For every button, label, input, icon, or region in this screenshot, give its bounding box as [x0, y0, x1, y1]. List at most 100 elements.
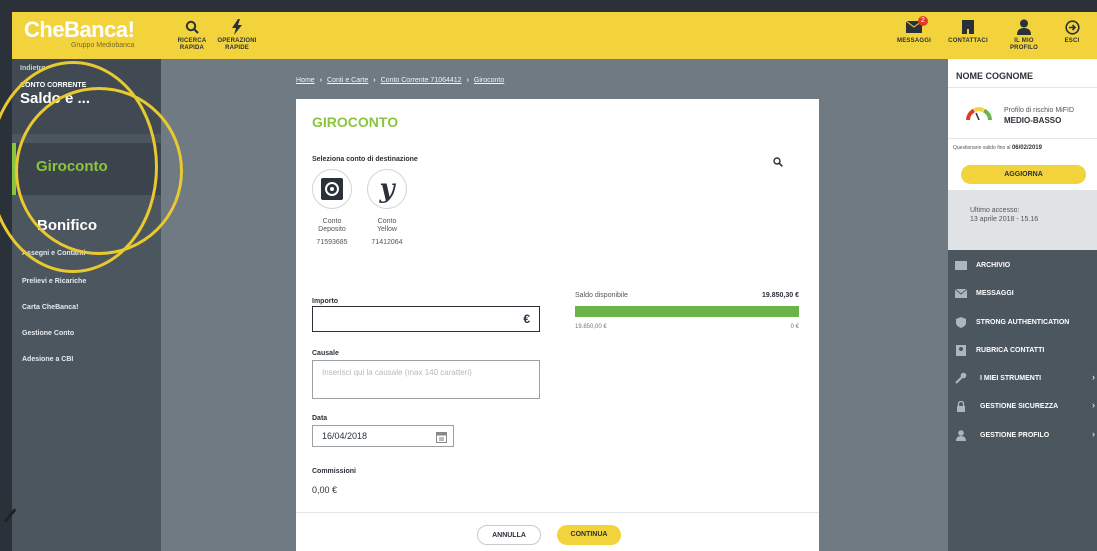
search-icon[interactable] [773, 154, 783, 172]
account-option-deposito[interactable]: Conto Deposito 71593685 [307, 169, 357, 246]
sidebar-item-carta[interactable]: Carta CheBanca! [22, 304, 78, 311]
saldo-label: Saldo disponibile [575, 292, 628, 299]
last-access-label: Ultimo accesso: [970, 207, 1020, 214]
user-icon [955, 429, 967, 441]
my-profile-label-2: PROFILO [1009, 45, 1039, 51]
importo-input[interactable]: € [312, 306, 540, 332]
search-icon [167, 18, 217, 36]
breadcrumb-conto-corrente[interactable]: Conto Corrente 71064412 [381, 77, 462, 84]
exit-button[interactable]: ESCI [1047, 18, 1097, 45]
quick-operations-button[interactable]: OPERAZIONI RAPIDE [212, 18, 262, 52]
breadcrumb-giroconto[interactable]: Giroconto [474, 77, 504, 84]
saldo-bar-min: 19.850,00 € [575, 324, 607, 330]
last-access-value: 13 aprile 2018 - 15.16 [970, 216, 1039, 223]
giroconto-card: GIROCONTO Seleziona conto di destinazion… [296, 99, 819, 551]
sidebar-item-prelievi[interactable]: Prelievi e Ricariche [22, 278, 86, 285]
divider [296, 512, 819, 513]
risk-gauge-icon [966, 107, 992, 126]
causale-textarea[interactable]: Inserisci qui la causale (max 140 caratt… [312, 360, 540, 399]
main-content: Home › Conti e Carte › Conto Corrente 710644… [161, 59, 948, 551]
chevron-right-icon: › [1092, 400, 1095, 410]
brand-subtitle: Gruppo Mediobanca [70, 42, 135, 49]
account-option-yellow[interactable]: y Conto Yellow 71412064 [362, 169, 412, 246]
menu-item-sicurezza[interactable]: GESTIONE SICUREZZA [955, 400, 1058, 412]
building-icon [943, 18, 993, 36]
quick-operations-label-2: RAPIDE [225, 45, 249, 51]
brand-name: CheBanca! [24, 17, 135, 42]
sidebar-item-gestione-conto[interactable]: Gestione Conto [22, 330, 74, 337]
top-bar: CheBanca! Gruppo Mediobanca RICERCA RAPI… [12, 12, 1097, 59]
exit-label: ESCI [1064, 38, 1080, 44]
envelope-icon [955, 288, 967, 298]
menu-item-archivio[interactable]: ARCHIVIO [955, 260, 1010, 270]
questionnaire-validity: Questionario valido fino al 06/02/2019 [953, 145, 1042, 151]
account-name: Conto Deposito [318, 218, 346, 233]
account-name: Conto Yellow [377, 218, 397, 233]
date-value: 16/04/2018 [322, 431, 368, 441]
euro-symbol: € [523, 312, 530, 326]
risk-label: Profilo di rischio MiFID [1004, 107, 1075, 114]
saldo-bar-max: 0 € [790, 324, 799, 330]
commissioni-label: Commissioni [312, 468, 356, 475]
contact-us-button[interactable]: CONTATTACI [943, 18, 993, 45]
cancel-button[interactable]: ANNULLA [477, 525, 541, 545]
causale-label: Causale [312, 350, 339, 357]
messages-badge: 2 [918, 16, 928, 26]
importo-label: Importo [312, 298, 339, 305]
brand-logo[interactable]: CheBanca! Gruppo Mediobanca [24, 17, 135, 50]
chevron-right-icon: › [1092, 372, 1095, 382]
archive-icon [955, 260, 967, 270]
continue-button[interactable]: CONTINUA [557, 525, 621, 545]
saldo-bar [575, 306, 799, 317]
menu-item-messaggi[interactable]: MESSAGGI [955, 288, 1014, 298]
user-name: NOME COGNOME [956, 71, 1034, 81]
divider [948, 87, 1097, 88]
account-number: 71412064 [371, 239, 403, 246]
quick-operations-label: OPERAZIONI [217, 38, 257, 44]
vault-icon [312, 169, 352, 209]
menu-item-rubrica[interactable]: RUBRICA CONTATTI [955, 344, 1044, 356]
sidebar-item-adesione-cbi[interactable]: Adesione a CBI [22, 356, 73, 363]
messages-label: MESSAGGI [897, 38, 931, 44]
wrench-icon [955, 372, 967, 384]
saldo-bar-fill [575, 306, 799, 317]
exit-icon [1047, 18, 1097, 36]
breadcrumb-conti-carte[interactable]: Conti e Carte [327, 77, 368, 84]
messages-button[interactable]: 2 MESSAGGI [889, 16, 939, 45]
breadcrumb: Home › Conti e Carte › Conto Corrente 710644… [296, 77, 505, 84]
profile-box: NOME COGNOME Profilo di rischio MiFID ME… [948, 59, 1097, 190]
contact-us-label: CONTATTACI [948, 38, 988, 44]
quick-search-label: RICERCA [177, 38, 207, 44]
causale-placeholder: Inserisci qui la causale (max 140 caratt… [322, 368, 472, 377]
lightning-icon [212, 18, 262, 36]
destination-label: Seleziona conto di destinazione [312, 156, 418, 163]
quick-search-button[interactable]: RICERCA RAPIDA [167, 18, 217, 52]
breadcrumb-home[interactable]: Home [296, 77, 315, 84]
highlight-circle-inner [15, 87, 183, 255]
envelope-icon [889, 18, 939, 36]
risk-value: MEDIO-BASSO [1004, 116, 1062, 125]
account-number: 71593685 [316, 239, 348, 246]
user-icon [999, 18, 1049, 36]
data-label: Data [312, 415, 328, 422]
menu-item-strong-auth[interactable]: STRONG AUTHENTICATION [955, 316, 1069, 328]
my-profile-button[interactable]: IL MIO PROFILO [999, 18, 1049, 52]
saldo-value: 19.850,30 € [762, 292, 799, 299]
menu-item-profilo[interactable]: GESTIONE PROFILO [955, 429, 1049, 441]
date-input[interactable]: 16/04/2018 [312, 425, 454, 447]
menu-item-strumenti[interactable]: I MIEI STRUMENTI [955, 372, 1041, 384]
calendar-icon[interactable] [436, 430, 447, 448]
chevron-right-icon: › [1092, 429, 1095, 439]
commissioni-value: 0,00 € [312, 485, 338, 495]
update-button[interactable]: AGGIORNA [961, 165, 1086, 184]
lock-icon [955, 400, 967, 412]
quick-search-label-2: RAPIDA [179, 45, 205, 51]
my-profile-label: IL MIO [1014, 38, 1034, 44]
divider [948, 138, 1097, 139]
address-book-icon [955, 344, 967, 356]
page-title: GIROCONTO [312, 114, 399, 130]
yellow-logo-icon: y [367, 169, 407, 209]
right-panel: NOME COGNOME Profilo di rischio MiFID ME… [948, 59, 1097, 551]
last-access-box: Ultimo accesso: 13 aprile 2018 - 15.16 [948, 190, 1097, 250]
shield-icon [955, 316, 967, 328]
